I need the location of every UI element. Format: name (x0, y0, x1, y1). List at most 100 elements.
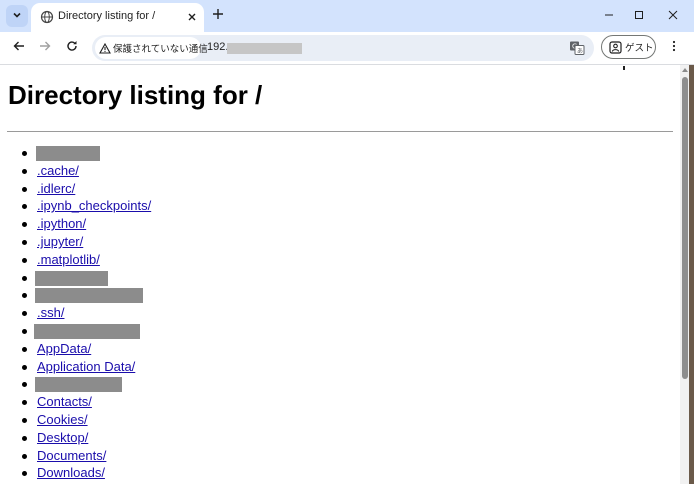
tab-title: Directory listing for / (58, 10, 156, 22)
bullet-icon (22, 382, 27, 388)
url-text: 192. (207, 41, 229, 53)
bullet-icon (22, 151, 27, 156)
page-content: Directory listing for / .cache/ .idlerc/… (0, 65, 680, 484)
bullet-icon (22, 400, 27, 406)
bullet-icon (22, 311, 27, 317)
tab-strip: Directory listing for / (0, 0, 694, 32)
maximize-button[interactable] (626, 5, 652, 27)
redacted-entry (36, 146, 100, 161)
list-item: Cookies/ (0, 411, 151, 429)
bullet-icon (22, 257, 27, 263)
directory-link[interactable]: .jupyter/ (37, 234, 83, 249)
list-item: AppData/ (0, 340, 151, 358)
directory-link[interactable]: Contacts/ (37, 394, 92, 409)
page-title: Directory listing for / (8, 80, 263, 110)
address-bar[interactable]: 保護されていない通信 192. G あ (92, 35, 594, 61)
list-item (0, 286, 151, 304)
redacted-entry (34, 323, 140, 339)
close-icon (668, 7, 678, 25)
back-button[interactable] (8, 37, 30, 59)
directory-link[interactable]: AppData/ (37, 341, 91, 356)
tab-directory-listing[interactable]: Directory listing for / (31, 3, 204, 32)
tab-search-button[interactable] (6, 5, 28, 27)
toolbar: 保護されていない通信 192. G あ ゲスト (0, 32, 694, 65)
bullet-icon (22, 364, 27, 370)
mouse-cursor (623, 66, 625, 70)
directory-link[interactable]: .matplotlib/ (37, 252, 100, 267)
list-item (0, 269, 151, 287)
bullet-icon (22, 328, 27, 334)
list-item: Application Data/ (0, 358, 151, 376)
directory-link[interactable]: Downloads/ (37, 465, 105, 480)
list-item: Downloads/ (0, 464, 151, 482)
svg-text:あ: あ (577, 48, 583, 55)
maximize-icon (634, 7, 644, 25)
menu-button[interactable] (664, 37, 684, 59)
directory-link[interactable]: .ipython/ (37, 216, 86, 231)
arrow-right-icon (39, 39, 51, 57)
bullet-icon (22, 453, 27, 459)
bullet-icon (22, 346, 27, 352)
plus-icon (212, 7, 224, 25)
kebab-menu-icon (672, 39, 676, 57)
chevron-down-icon (12, 7, 22, 25)
desktop-background-edge (689, 65, 694, 484)
list-item (0, 375, 151, 393)
profile-label: ゲスト (625, 43, 654, 54)
list-item: .matplotlib/ (0, 251, 151, 269)
browser-window: Directory listing for / 保護されていない通信 192. … (0, 0, 694, 484)
list-item: Documents/ (0, 447, 151, 465)
bullet-icon (22, 222, 27, 228)
redacted-entry (35, 377, 122, 393)
minimize-icon (604, 7, 614, 25)
list-item: .ipython/ (0, 215, 151, 233)
list-item (0, 322, 151, 340)
directory-link[interactable]: .ssh/ (37, 305, 64, 320)
profile-button[interactable]: ゲスト (601, 35, 656, 59)
scroll-up-arrow-icon[interactable] (682, 68, 688, 72)
forward-button[interactable] (34, 37, 56, 59)
list-item (0, 144, 151, 162)
directory-link[interactable]: .ipynb_checkpoints/ (37, 198, 151, 213)
list-item: .ssh/ (0, 304, 151, 322)
window-close-button[interactable] (660, 5, 686, 27)
bullet-icon (22, 435, 27, 441)
directory-link[interactable]: Documents/ (37, 448, 106, 463)
directory-link[interactable]: Cookies/ (37, 412, 88, 427)
directory-link[interactable]: Application Data/ (37, 359, 135, 374)
list-item: Contacts/ (0, 393, 151, 411)
directory-link[interactable]: .idlerc/ (37, 181, 75, 196)
bullet-icon (22, 186, 27, 192)
arrow-left-icon (13, 39, 25, 57)
list-item: Desktop/ (0, 429, 151, 447)
security-chip[interactable]: 保護されていない通信 (95, 37, 208, 59)
redacted-entry (35, 270, 108, 286)
vertical-scrollbar[interactable] (680, 65, 689, 484)
url-redaction (227, 43, 302, 54)
minimize-button[interactable] (596, 5, 622, 27)
directory-link[interactable]: .cache/ (37, 163, 79, 178)
directory-list: .cache/ .idlerc/ .ipynb_checkpoints/ .ip… (0, 144, 151, 482)
reload-icon (66, 39, 78, 57)
security-chip-label: 保護されていない通信 (113, 44, 208, 55)
scrollbar-thumb[interactable] (682, 77, 688, 379)
directory-link[interactable]: Desktop/ (37, 430, 88, 445)
redacted-entry (35, 288, 143, 304)
list-item: .cache/ (0, 162, 151, 180)
bullet-icon (22, 239, 27, 245)
globe-icon (40, 10, 54, 24)
close-icon[interactable] (184, 9, 200, 25)
bullet-icon (22, 417, 27, 423)
warning-triangle-icon (99, 41, 111, 55)
bullet-icon (22, 471, 27, 477)
person-icon (609, 40, 622, 54)
new-tab-button[interactable] (208, 6, 228, 26)
bullet-icon (22, 275, 27, 281)
reload-button[interactable] (61, 37, 83, 59)
list-item: .idlerc/ (0, 180, 151, 198)
list-item: .ipynb_checkpoints/ (0, 197, 151, 215)
bullet-icon (22, 168, 27, 174)
list-item: .jupyter/ (0, 233, 151, 251)
bullet-icon (22, 204, 27, 210)
translate-icon[interactable]: G あ (568, 39, 586, 57)
